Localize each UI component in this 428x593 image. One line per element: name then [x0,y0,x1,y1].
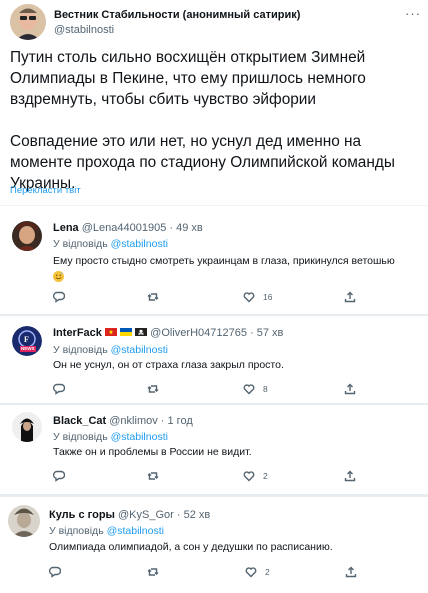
reply-prefix: У відповідь [49,525,104,537]
divider [0,403,428,405]
retweet-button[interactable] [147,291,159,303]
reply-button[interactable] [49,566,61,578]
share-icon [344,383,356,395]
reply-author-name[interactable]: InterFack [53,327,102,339]
reply-prefix: У відповідь [53,238,108,250]
reply-author-handle[interactable]: @nklimov [109,415,157,427]
like-icon [243,292,255,303]
pirate-flag-icon [135,327,148,339]
like-button[interactable]: 2 [245,566,270,578]
svg-text:F: F [24,335,29,344]
like-button[interactable]: 2 [243,470,268,482]
author-avatar[interactable] [10,4,46,40]
more-icon[interactable]: ··· [405,6,421,21]
translate-link[interactable]: Перекласти твіт [10,185,81,196]
avatar[interactable] [12,221,42,251]
share-button[interactable] [344,291,356,303]
replying-to: У відповідь @stabilnosti [53,238,168,250]
reply-to-handle[interactable]: @stabilnosti [111,431,168,443]
reply-time[interactable]: · 57 хв [250,327,283,339]
reply-to-handle[interactable]: @stabilnosti [111,238,168,250]
like-icon [243,384,255,395]
replying-to: У відповідь @stabilnosti [53,344,168,356]
like-button[interactable]: 8 [243,383,268,395]
reply-text-content: Он не уснул, он от страха глаза закрыл п… [53,359,284,371]
reply-button[interactable] [53,470,65,482]
share-icon [344,291,356,303]
reply-author-name[interactable]: Lena [53,222,79,234]
reply-author-handle[interactable]: @KyS_Gor [118,509,174,521]
sweat-smile-emoji [53,268,64,286]
reply-author-handle[interactable]: @Lena44001905 [82,222,167,234]
divider [0,494,428,497]
tweet-text: Путин столь сильно восхищён открытием Зи… [10,47,420,194]
reply-prefix: У відповідь [53,344,108,356]
reply-time[interactable]: · 1 год [161,415,193,427]
reply-text: Он не уснул, он от страха глаза закрыл п… [53,359,284,371]
retweet-icon [147,568,159,576]
main-tweet: Вестник Стабильности (анонимный сатирик)… [0,0,428,198]
share-button[interactable] [344,470,356,482]
retweet-button[interactable] [147,383,159,395]
like-icon [243,471,255,482]
reply-text-content: Олимпиада олимпиадой, а сон у дедушки по… [49,541,333,553]
retweet-icon [147,293,159,301]
author-handle[interactable]: @stabilnosti [54,24,114,36]
like-count: 8 [263,384,268,394]
flag-ukraine-icon [120,327,133,339]
avatar-caption: NEWS [21,346,35,351]
reply-icon [53,383,65,395]
reply-to-handle[interactable]: @stabilnosti [107,525,164,537]
reply-text-content: Также он и проблемы в России не видит. [53,446,252,458]
share-button[interactable] [344,383,356,395]
reply-time[interactable]: · 49 хв [169,222,202,234]
reply-prefix: У відповідь [53,431,108,443]
reply-author-name[interactable]: Black_Cat [53,415,106,427]
reply-to-handle[interactable]: @stabilnosti [111,344,168,356]
like-count: 16 [263,292,273,302]
reply-icon [49,566,61,578]
avatar[interactable]: F NEWS [12,326,42,356]
retweet-icon [147,472,159,480]
avatar[interactable] [12,412,42,442]
replying-to: У відповідь @stabilnosti [49,525,164,537]
like-count: 2 [265,567,270,577]
tweet-paragraph-1: Путин столь сильно восхищён открытием Зи… [10,49,366,108]
share-button[interactable] [345,566,357,578]
share-icon [345,566,357,578]
retweet-icon [147,385,159,393]
reply-author-handle[interactable]: @OliverH04712765 [150,327,247,339]
reply-text: Олимпиада олимпиадой, а сон у дедушки по… [49,541,333,553]
like-button[interactable]: 16 [243,291,272,303]
share-icon [344,470,356,482]
flag-vietnam-icon [104,327,117,339]
avatar[interactable] [8,505,40,537]
reply-author-name[interactable]: Куль с горы [49,509,115,521]
reply-text-content: Ему просто стыдно смотреть украинцам в г… [53,255,395,267]
replying-to: У відповідь @stabilnosti [53,431,168,443]
like-count: 2 [263,471,268,481]
reply-icon [53,470,65,482]
reply-text: Также он и проблемы в России не видит. [53,446,252,458]
author-name[interactable]: Вестник Стабильности (анонимный сатирик) [54,9,300,21]
reply-button[interactable] [53,291,65,303]
retweet-button[interactable] [147,566,159,578]
divider [0,314,428,316]
reply-icon [53,291,65,303]
reply-time[interactable]: · 52 хв [177,509,210,521]
retweet-button[interactable] [147,470,159,482]
like-icon [245,567,257,578]
divider [0,205,428,206]
reply-text: Ему просто стыдно смотреть украинцам в г… [53,255,395,267]
reply-button[interactable] [53,383,65,395]
